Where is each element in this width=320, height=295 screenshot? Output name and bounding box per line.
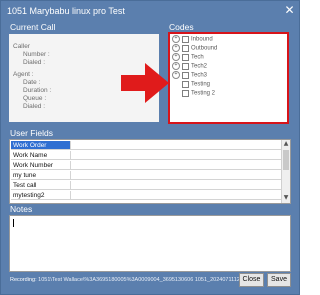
code-item-inbound[interactable]: + Inbound	[172, 35, 213, 44]
checkbox[interactable]	[182, 89, 189, 97]
date-label: Date :	[23, 79, 41, 86]
annotation-arrow-icon	[121, 63, 169, 103]
code-label: Tech	[191, 54, 204, 61]
table-row[interactable]: my tune	[10, 171, 281, 180]
code-label: Testing	[191, 81, 211, 88]
field-value-cell[interactable]	[71, 161, 281, 170]
code-item-outbound[interactable]: + Outbound	[172, 44, 217, 53]
recording-info: Recording: 1051\Test Wallace\%3A36951800…	[10, 277, 261, 283]
duration-label: Duration :	[23, 87, 52, 94]
table-row[interactable]: mytesting2	[10, 191, 281, 200]
code-label: Testing 2	[191, 90, 216, 97]
codes-tree: + Inbound + Outbound + Tech + Tech2 + Tech3 T…	[168, 32, 289, 124]
expand-icon[interactable]: +	[172, 44, 180, 52]
field-name-cell[interactable]: Work Order	[11, 141, 71, 150]
window-title: 1051 Marybabu linux pro Test	[7, 6, 125, 16]
user-fields-label: User Fields	[10, 128, 53, 138]
vertical-scrollbar[interactable]: ▲ ▼	[281, 140, 290, 203]
codes-label: Codes	[169, 22, 194, 32]
field-name-cell[interactable]: Work Name	[11, 151, 71, 160]
table-row[interactable]: Work Name	[10, 151, 281, 160]
expand-icon[interactable]: +	[172, 53, 180, 61]
code-item-testing[interactable]: Testing	[172, 80, 210, 89]
close-icon[interactable]: ✕	[283, 4, 296, 17]
recording-path: 1051\Test Wallace\%3A3695180005%3A000900…	[38, 277, 262, 283]
field-name-cell[interactable]: Work Number	[11, 161, 71, 170]
current-call-label: Current Call	[10, 22, 56, 32]
caller-number-label: Number :	[23, 51, 50, 58]
close-button[interactable]: Close	[239, 273, 264, 287]
table-row[interactable]: Work Number	[10, 161, 281, 170]
checkbox[interactable]	[182, 71, 189, 79]
notes-textarea[interactable]	[9, 215, 291, 272]
text-caret	[13, 219, 14, 227]
title-bar: 1051 Marybabu linux pro Test ✕	[1, 1, 299, 21]
field-value-cell[interactable]	[71, 181, 281, 190]
caller-label: Caller	[13, 43, 30, 50]
code-label: Tech3	[191, 72, 208, 79]
scroll-down-icon[interactable]: ▼	[282, 194, 290, 202]
expand-icon[interactable]: +	[172, 71, 180, 79]
code-item-tech[interactable]: + Tech	[172, 53, 204, 62]
field-value-cell[interactable]	[71, 151, 281, 160]
agent-label: Agent :	[13, 71, 34, 78]
recording-label: Recording:	[10, 277, 37, 283]
field-value-cell[interactable]	[71, 191, 281, 200]
checkbox[interactable]	[182, 53, 189, 61]
code-label: Outbound	[191, 45, 218, 52]
checkbox[interactable]	[182, 44, 189, 52]
field-name-cell[interactable]: my tune	[11, 171, 71, 180]
field-name-cell[interactable]: mytesting2	[11, 191, 71, 200]
table-row[interactable]: Work Order	[10, 141, 281, 150]
expand-icon[interactable]: +	[172, 35, 180, 43]
field-value-cell[interactable]	[71, 171, 281, 180]
field-name-cell[interactable]: Test call	[11, 181, 71, 190]
dialog-window: 1051 Marybabu linux pro Test ✕ Current C…	[0, 0, 300, 295]
code-item-tech3[interactable]: + Tech3	[172, 71, 207, 80]
notes-label: Notes	[10, 204, 33, 214]
caller-dialed-label: Dialed :	[23, 59, 46, 66]
agent-dialed-label: Dialed :	[23, 103, 46, 110]
expand-icon[interactable]: +	[172, 62, 180, 70]
queue-label: Queue :	[23, 95, 47, 102]
code-item-tech2[interactable]: + Tech2	[172, 62, 207, 71]
checkbox[interactable]	[182, 62, 189, 70]
code-item-testing-2[interactable]: Testing 2	[172, 89, 215, 98]
code-label: Tech2	[191, 63, 208, 70]
checkbox[interactable]	[182, 35, 189, 43]
save-button[interactable]: Save	[267, 273, 291, 287]
table-row[interactable]: Test call	[10, 181, 281, 190]
checkbox[interactable]	[182, 80, 189, 88]
field-value-cell[interactable]	[71, 141, 281, 150]
code-label: Inbound	[191, 36, 213, 43]
scroll-up-icon[interactable]: ▲	[282, 140, 290, 148]
scroll-thumb[interactable]	[283, 150, 289, 170]
user-fields-grid: Work Order Work Name Work Number my tune…	[9, 139, 291, 204]
